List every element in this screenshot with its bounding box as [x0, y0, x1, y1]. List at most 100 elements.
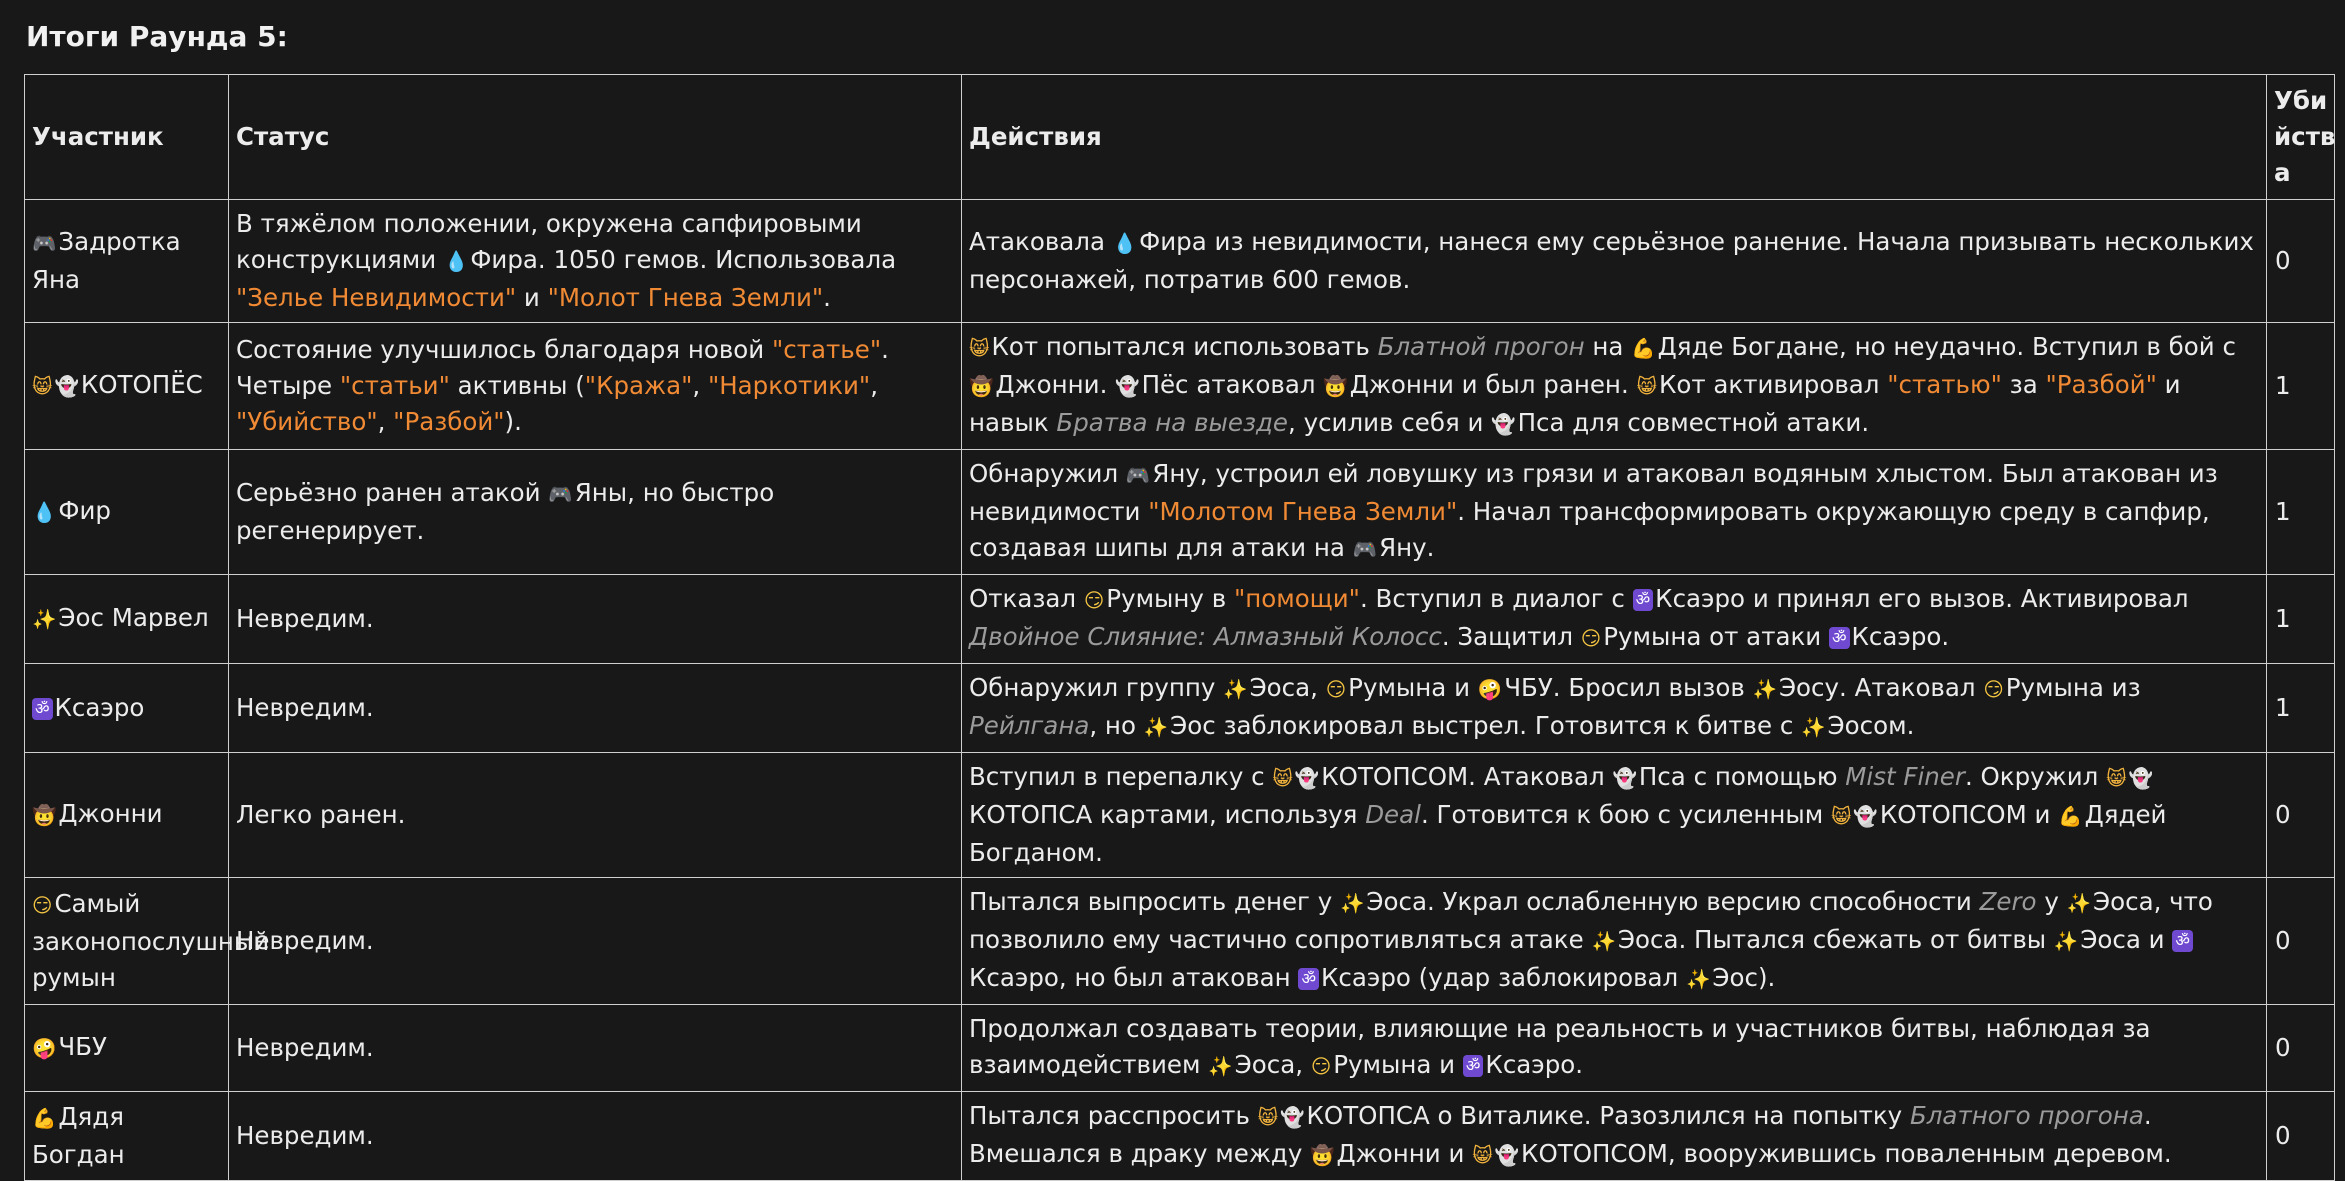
text-segment: Пытался расспросить	[969, 1101, 1258, 1130]
cell-kills: 1	[2266, 663, 2335, 753]
droplet-icon: 💧	[1112, 232, 1138, 255]
cell-status: Невредим.	[228, 877, 962, 1005]
sparkles-icon: ✨	[1752, 678, 1777, 701]
table-row: 😸 👻КОТОПЁС Состояние улучшилось благодаря …	[24, 322, 2335, 450]
text-segment: Пса с помощью	[1638, 762, 1846, 791]
smirk-icon: 😏	[1580, 627, 1602, 650]
cell-participant: 😸 👻КОТОПЁС	[24, 322, 229, 450]
cell-kills: 0	[2266, 752, 2335, 878]
ability-text: Блатной прогон	[1377, 332, 1585, 361]
cell-actions: Атаковала 💧Фира из невидимости, нанеся е…	[961, 199, 2267, 323]
text-segment: и	[516, 283, 548, 312]
text-segment: Отказал	[969, 584, 1084, 613]
cell-actions: Вступил в перепалку с 😸 👻КОТОПСОМ. Атаков…	[961, 752, 2267, 878]
sparkles-icon: ✨	[1801, 716, 1826, 739]
text-segment: Джонни и	[1336, 1139, 1473, 1168]
text-segment: Пёс атаковал	[1141, 370, 1324, 399]
ghost-icon: 👻	[1294, 767, 1320, 790]
sparkles-icon: ✨	[1143, 716, 1169, 739]
smirk-icon: 😏	[1325, 678, 1347, 701]
text-segment: активны (	[449, 371, 585, 400]
text-segment: Ксаэро.	[1851, 622, 1950, 651]
text-segment: Фир	[58, 496, 111, 525]
text-segment: Вступил в перепалку с	[969, 762, 1273, 791]
ghost-icon: 👻	[1280, 1106, 1305, 1129]
text-segment: Состояние улучшилось благодаря новой	[236, 335, 773, 364]
cat-icon: 😸	[1636, 375, 1657, 398]
ghost-icon: 👻	[1853, 805, 1878, 828]
gamepad-icon: 🎮	[1125, 464, 1151, 487]
text-segment: Легко ранен.	[236, 800, 406, 829]
text-segment: . Окружил	[1964, 762, 2107, 791]
highlight-text: "статье"	[772, 335, 882, 364]
cell-participant: 🤪ЧБУ	[24, 1004, 229, 1092]
text-segment: Невредим.	[236, 1033, 374, 1062]
sparkles-icon: ✨	[1340, 892, 1365, 915]
text-segment: ЧБУ. Бросил вызов	[1504, 673, 1753, 702]
text-segment: Ксаэро и принял его вызов. Активировал	[1655, 584, 2189, 613]
cell-status: Невредим.	[228, 1091, 962, 1181]
text-segment: Дяде Богдане, но неудачно. Вступил в бой…	[1657, 332, 2236, 361]
text-segment: Пытался выпросить денег у	[969, 887, 1340, 916]
cowboy-icon: 🤠	[1310, 1144, 1335, 1167]
om-icon: ॐ	[1462, 1055, 1484, 1077]
highlight-text: "Молот Гнева Земли"	[547, 283, 824, 312]
text-segment: КОТОПСОМ и	[1879, 800, 2059, 829]
cell-participant: 😏Самый законопослушный румын	[24, 877, 269, 1005]
text-segment: Эоса,	[1234, 1050, 1311, 1079]
cell-actions: Пытался расспросить 😸 👻КОТОПСА о Виталике…	[961, 1091, 2267, 1181]
sparkles-icon: ✨	[2053, 930, 2079, 953]
om-icon: ॐ	[1298, 968, 1319, 990]
text-segment: Румына и	[1348, 673, 1478, 702]
cell-participant: 🎮Задротка Яна	[24, 199, 229, 323]
text-segment: Невредим.	[236, 926, 374, 955]
text-segment: Эос).	[1712, 963, 1776, 992]
cell-kills: 0	[2266, 1091, 2335, 1181]
cell-participant: 💧Фир	[24, 449, 229, 575]
ability-text: Zero	[1979, 887, 2037, 916]
text-segment: КОТОПСА картами, используя	[969, 800, 1366, 829]
header-actions: Действия	[961, 74, 2267, 200]
text-segment: Ксаэро (удар заблокировал	[1321, 963, 1686, 992]
cell-kills: 1	[2266, 322, 2335, 450]
highlight-text: "Молотом Гнева Земли"	[1148, 497, 1458, 526]
text-segment: у	[2036, 887, 2067, 916]
cat-icon: 😸	[1272, 767, 1293, 790]
ability-text: Братва на выезде	[1056, 408, 1289, 437]
cell-status: Серьёзно ранен атакой 🎮Яны, но быстро ре…	[228, 449, 962, 575]
table-row: 💧Фир Серьёзно ранен атакой 🎮Яны, но быстр…	[24, 449, 2335, 575]
cell-kills: 0	[2266, 877, 2335, 1005]
text-segment: Фира из невидимости, нанеся ему серьёзно…	[969, 227, 2254, 294]
highlight-text: "статьи"	[339, 371, 450, 400]
cell-status: Невредим.	[228, 574, 962, 664]
table-body: 🎮Задротка Яна В тяжёлом положении, окруже…	[24, 199, 2335, 1181]
ghost-icon: 👻	[1115, 375, 1140, 398]
om-icon: ॐ	[1829, 627, 1850, 649]
table-row: ✨Эос Марвел Невредим. Отказал 😏Румыну в "п…	[24, 574, 2335, 664]
cell-actions: 😸 Кот попытался использовать Блатной прог…	[961, 322, 2267, 450]
text-segment: ,	[870, 371, 878, 400]
sparkles-icon: ✨	[1685, 968, 1711, 991]
cell-actions: Продолжал создавать теории, влияющие на …	[961, 1004, 2267, 1092]
smirk-icon: 😏	[1310, 1055, 1332, 1078]
text-segment: .	[823, 283, 831, 312]
cowboy-icon: 🤠	[1323, 375, 1348, 398]
text-segment: Румына и	[1333, 1050, 1463, 1079]
text-segment: Джонни.	[995, 370, 1116, 399]
cat-icon: 😸	[2106, 767, 2127, 790]
cell-kills: 0	[2266, 199, 2335, 323]
smirk-icon: 😏	[1083, 589, 1105, 612]
text-segment: Кот попытался использовать	[991, 332, 1378, 361]
cell-actions: Отказал 😏Румыну в "помощи". Вступил в ди…	[961, 574, 2267, 664]
table-row: ॐ Ксаэро Невредим. Обнаружил группу ✨Эоса, …	[24, 663, 2335, 753]
text-segment: Эосом.	[1827, 711, 1915, 740]
text-segment: Ксаэро.	[1485, 1050, 1584, 1079]
om-icon: ॐ	[1632, 589, 1654, 611]
cat-icon: 😸	[32, 375, 53, 398]
text-segment: . Вступил в диалог с	[1359, 584, 1633, 613]
cell-actions: Пытался выпросить денег у ✨Эоса. Украл о…	[961, 877, 2267, 1005]
sparkles-icon: ✨	[1223, 678, 1248, 701]
text-segment: . Защитил	[1441, 622, 1581, 651]
results-table: Участник Статус Действия Уби йств а 🎮Задро…	[24, 74, 2335, 1181]
ability-text: Блатного прогона	[1909, 1101, 2144, 1130]
